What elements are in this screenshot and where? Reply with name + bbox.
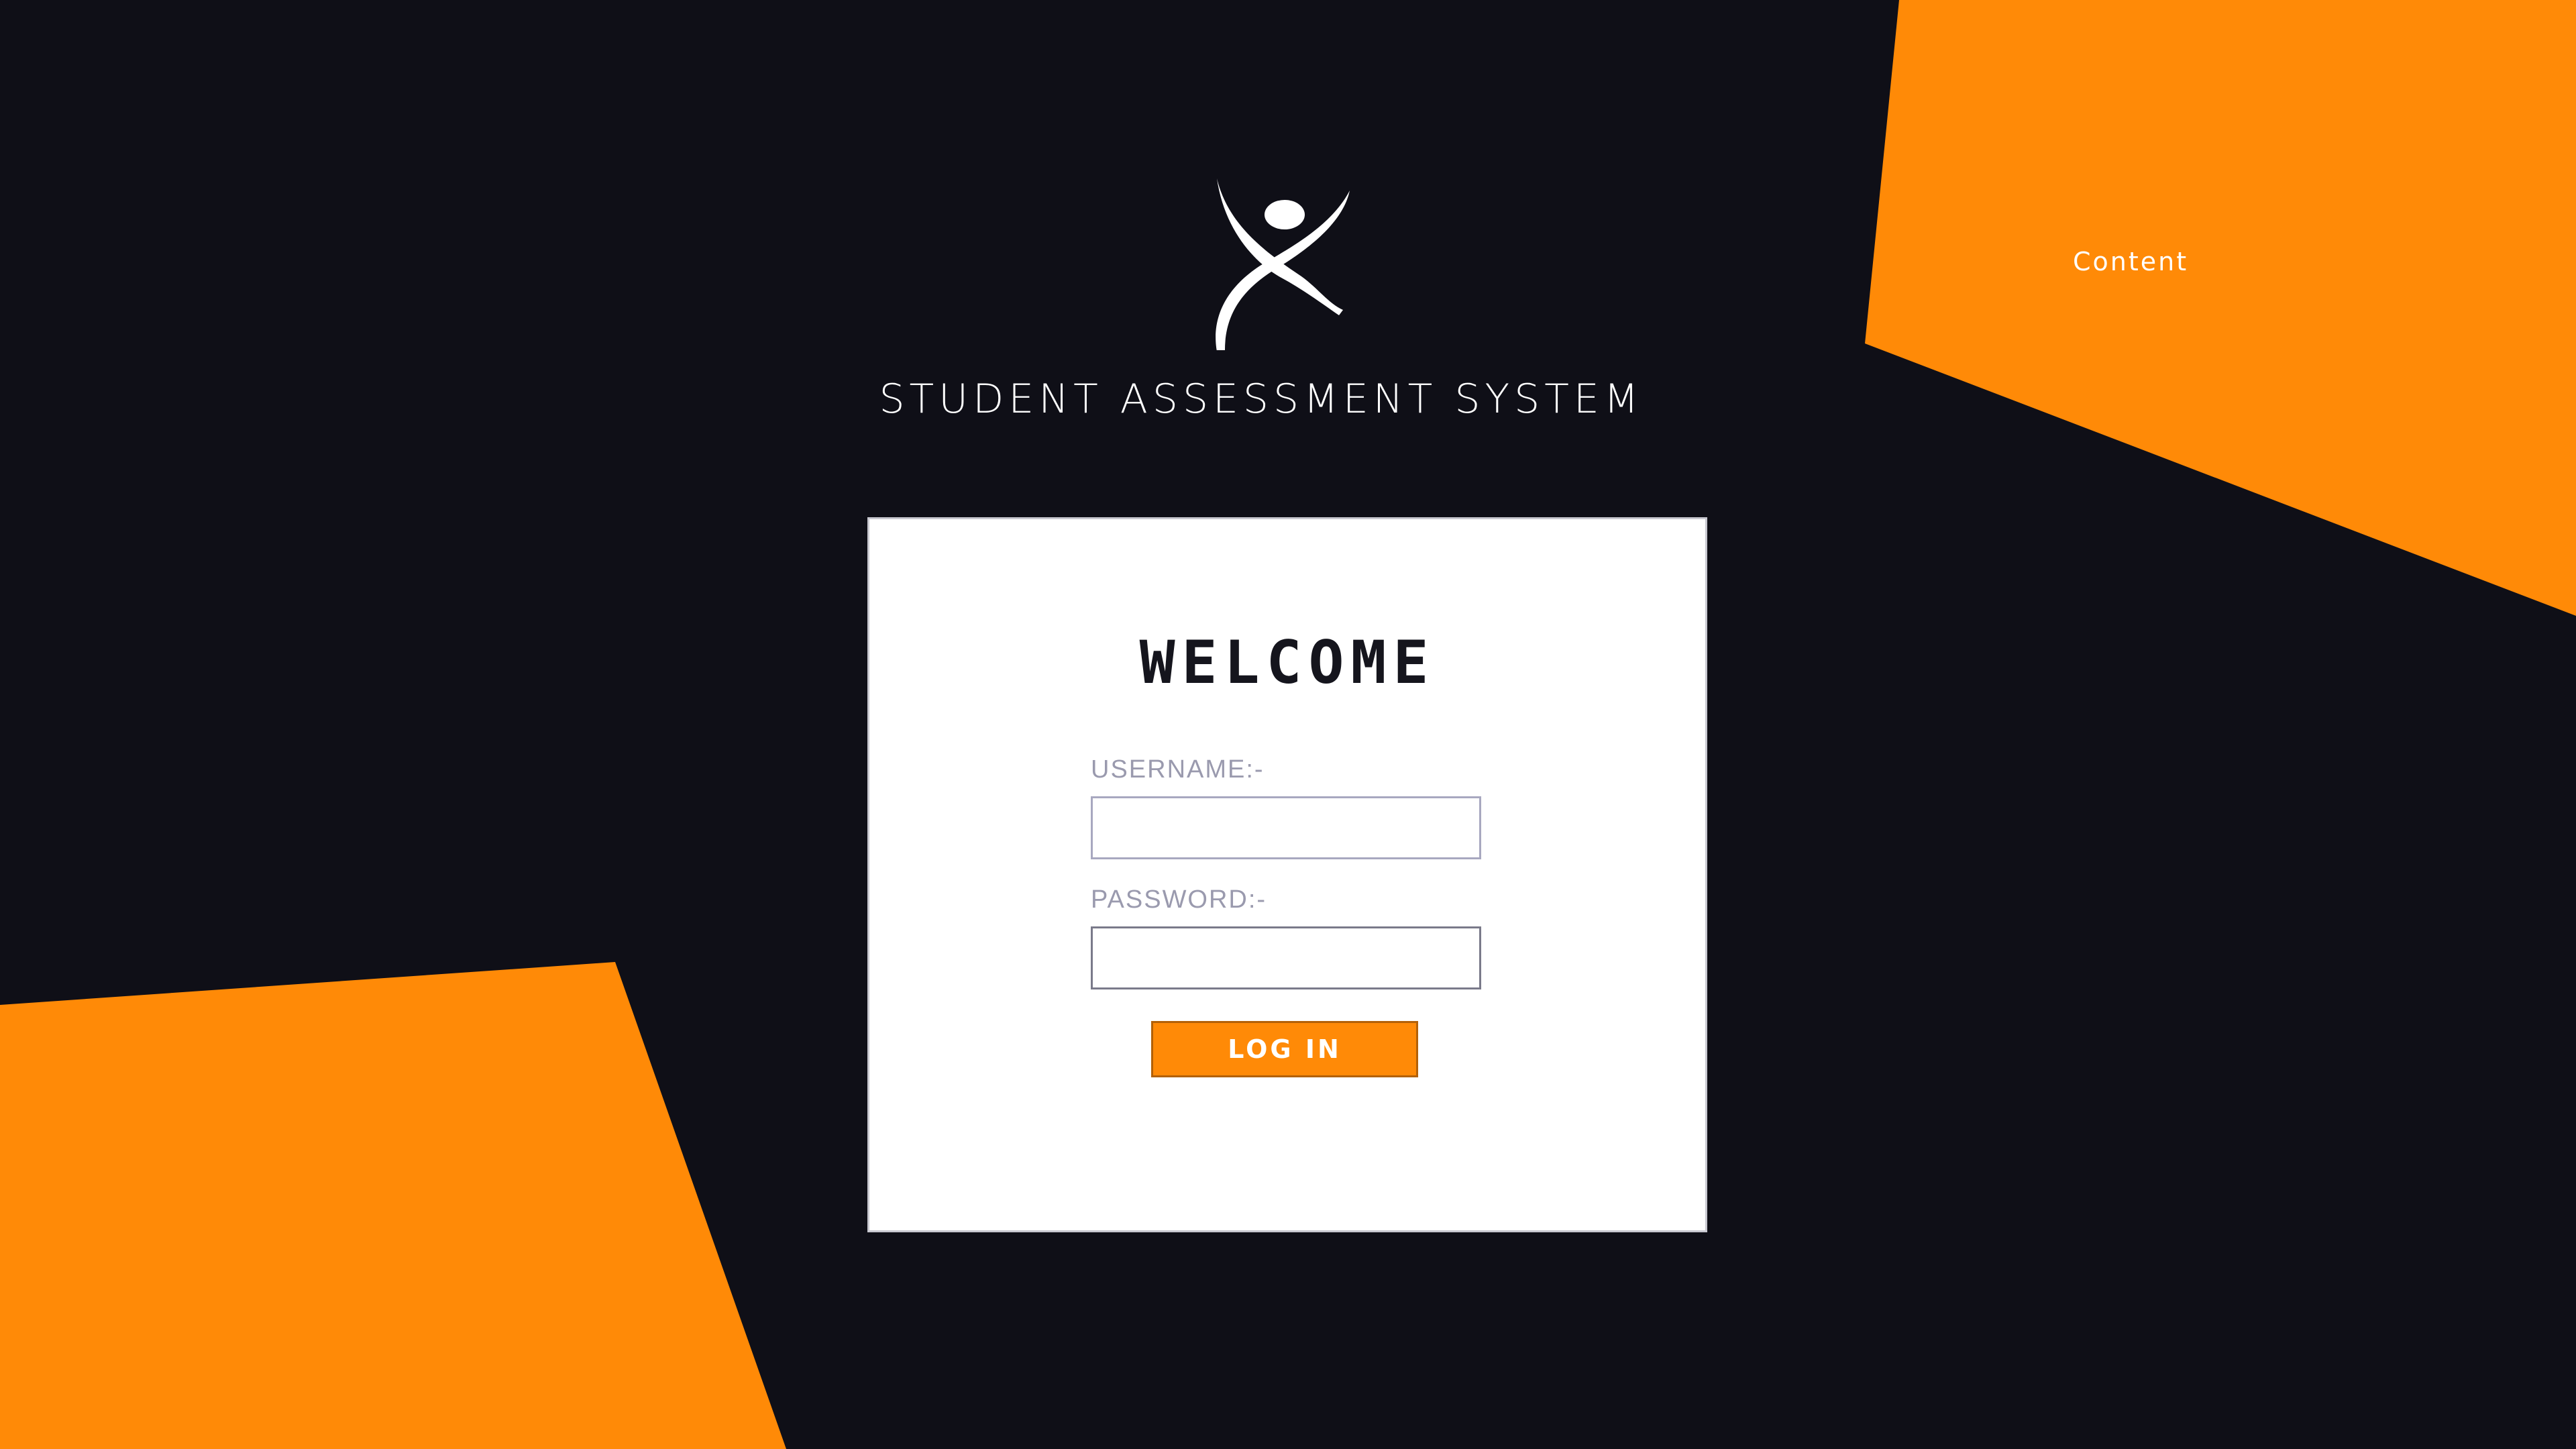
login-page: Content STUDENT ASSESSMENT SYSTEM WELCOM…: [0, 0, 2576, 1449]
top-right-orange-shape: [1865, 0, 2576, 616]
username-label: USERNAME:-: [1091, 755, 1265, 784]
content-link[interactable]: Content: [2073, 247, 2188, 276]
welcome-heading: WELCOME: [1139, 628, 1436, 697]
username-input[interactable]: [1091, 796, 1481, 859]
person-jumping-logo-icon: [1216, 178, 1350, 350]
password-label: PASSWORD:-: [1091, 885, 1267, 914]
login-button[interactable]: LOG IN: [1151, 1021, 1418, 1077]
password-input[interactable]: [1091, 926, 1481, 989]
login-card: WELCOME USERNAME:- PASSWORD:- LOG IN: [867, 517, 1707, 1232]
app-title: STUDENT ASSESSMENT SYSTEM: [879, 376, 1644, 423]
bottom-left-orange-shape: [0, 962, 786, 1449]
